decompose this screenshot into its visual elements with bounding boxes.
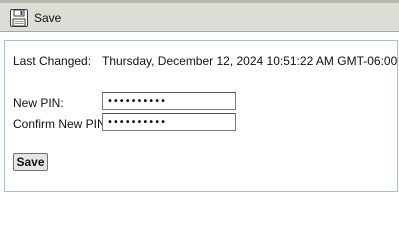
toolbar-save-button[interactable]: Save — [10, 8, 61, 28]
last-changed-value: Thursday, December 12, 2024 10:51:22 AM … — [102, 54, 398, 68]
save-button[interactable]: Save — [13, 153, 48, 171]
floppy-disk-icon — [10, 9, 28, 27]
confirm-new-pin-label: Confirm New PIN: — [13, 117, 110, 131]
confirm-new-pin-field[interactable] — [102, 113, 236, 131]
toolbar-save-label: Save — [34, 11, 62, 25]
new-pin-label: New PIN: — [13, 96, 64, 110]
toolbar: Save — [0, 0, 399, 32]
change-pin-panel: Last Changed: Thursday, December 12, 202… — [4, 40, 398, 192]
last-changed-label: Last Changed: — [13, 54, 92, 68]
new-pin-field[interactable] — [102, 92, 236, 110]
